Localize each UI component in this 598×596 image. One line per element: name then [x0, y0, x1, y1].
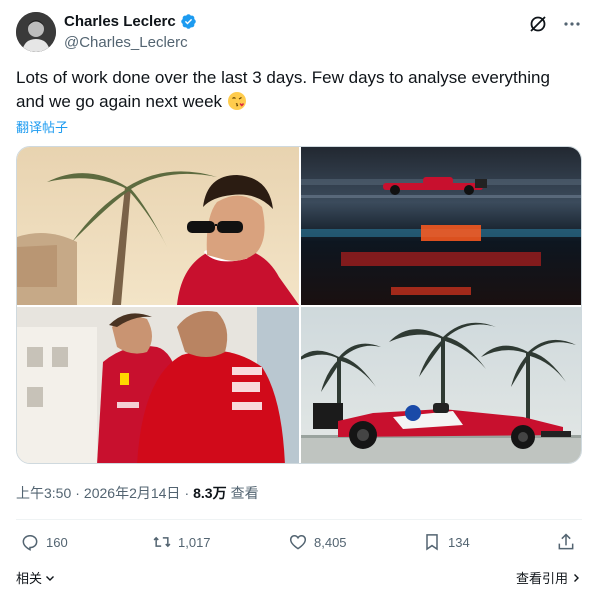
like-button[interactable]: 8,405 [288, 532, 347, 552]
reply-count: 160 [46, 534, 68, 550]
action-bar: 160 1,017 8,405 134 [16, 532, 582, 556]
tweet-header: Charles Leclerc @Charles_Leclerc [16, 12, 582, 52]
view-label: 查看 [230, 485, 259, 501]
meta-separator: · [75, 485, 80, 501]
author-name-row[interactable]: Charles Leclerc [64, 13, 197, 30]
meta-separator: · [184, 485, 190, 501]
chevron-right-icon [570, 572, 582, 584]
tweet-time[interactable]: 上午3:50 [16, 483, 71, 503]
related-dropdown[interactable]: 相关 [16, 568, 56, 587]
author-name[interactable]: Charles Leclerc [64, 13, 176, 30]
avatar[interactable] [16, 12, 56, 52]
media-grid [16, 146, 582, 464]
retweet-button[interactable]: 1,017 [152, 532, 211, 552]
verified-badge-icon [180, 13, 197, 30]
like-count: 8,405 [314, 534, 347, 550]
share-button[interactable] [556, 532, 576, 552]
photo-car-palm-trees[interactable] [301, 307, 581, 463]
face-blowing-kiss-emoji-icon [227, 91, 247, 111]
related-label: 相关 [16, 571, 43, 586]
tweet-body: Lots of work done over the last 3 days. … [16, 68, 550, 111]
view-count: 8.3万 [193, 485, 227, 501]
bookmark-count: 134 [448, 534, 470, 550]
retweet-icon [153, 536, 171, 548]
bookmark-icon [426, 534, 438, 551]
heart-icon [289, 534, 307, 550]
divider [16, 519, 582, 520]
bookmark-button[interactable]: 134 [422, 532, 470, 552]
author-handle[interactable]: @Charles_Leclerc [64, 34, 188, 51]
photo-portrait-sunglasses[interactable] [17, 147, 299, 305]
chevron-down-icon [44, 572, 56, 584]
photo-car-motion-blur[interactable] [301, 147, 581, 305]
view-quotes-link[interactable]: 查看引用 [516, 568, 582, 587]
retweet-count: 1,017 [178, 534, 211, 550]
reply-button[interactable]: 160 [20, 532, 68, 552]
more-options-icon[interactable] [562, 14, 582, 34]
tweet-date[interactable]: 2026年2月14日 [84, 483, 181, 503]
share-icon [558, 533, 574, 550]
grok-icon[interactable] [528, 14, 548, 34]
translate-post-link[interactable]: 翻译帖子 [16, 117, 68, 136]
reply-icon [22, 535, 38, 551]
tweet-meta: 上午3:50 · 2026年2月14日 · 8.3万 查看 [16, 483, 259, 503]
view-quotes-label: 查看引用 [515, 571, 568, 586]
tweet-text: Lots of work done over the last 3 days. … [16, 66, 582, 114]
photo-two-drivers[interactable] [17, 307, 299, 463]
